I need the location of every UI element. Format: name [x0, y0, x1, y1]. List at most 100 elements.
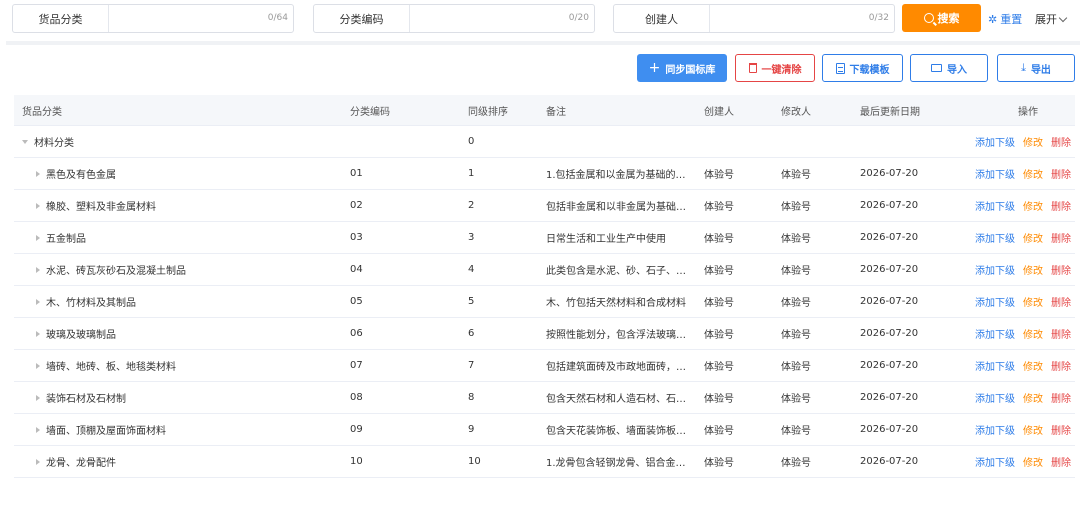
table-row: 黑色及有色金属 01 1 1.包括金属和以金属为基础的… 体验号 体验号 2026-07-2…: [14, 158, 1075, 190]
expand-caret-icon[interactable]: [36, 202, 40, 209]
category-creator: 体验号: [704, 298, 734, 309]
creator-field-label: 创建人: [614, 5, 710, 32]
export-button[interactable]: ⤓ 导出: [997, 54, 1075, 82]
category-updated: 2026-07-20: [860, 232, 919, 243]
add-child-link[interactable]: 添加下级: [975, 422, 1015, 437]
expand-caret-icon[interactable]: [36, 170, 40, 177]
category-name: 墙砖、地砖、板、地毯类材料: [46, 362, 176, 373]
sparkle-icon: ✲: [988, 12, 998, 26]
edit-link[interactable]: 修改: [1023, 230, 1043, 245]
category-name: 橡胶、塑料及非金属材料: [46, 202, 156, 213]
add-child-link[interactable]: 添加下级: [975, 230, 1015, 245]
expand-caret-icon[interactable]: [36, 394, 40, 401]
edit-link[interactable]: 修改: [1023, 358, 1043, 373]
sync-label: 同步国标库: [665, 64, 716, 76]
category-modifier: 体验号: [781, 202, 811, 213]
edit-link[interactable]: 修改: [1023, 422, 1043, 437]
expand-caret-icon[interactable]: [36, 234, 40, 241]
creator-input[interactable]: 0/32: [710, 5, 894, 32]
category-modifier: 体验号: [781, 426, 811, 437]
add-child-link[interactable]: 添加下级: [975, 390, 1015, 405]
delete-link[interactable]: 删除: [1051, 326, 1071, 341]
category-sort: 8: [468, 392, 475, 403]
expand-caret-icon[interactable]: [36, 266, 40, 273]
category-code: 10: [350, 456, 363, 467]
header-creator: 创建人: [704, 106, 734, 118]
add-child-link[interactable]: 添加下级: [975, 454, 1015, 469]
table-row: 墙砖、地砖、板、地毯类材料 07 7 包括建筑面砖及市政地面砖，… 体验号 体验号 2026…: [14, 350, 1075, 382]
expand-caret-icon[interactable]: [36, 330, 40, 337]
category-creator: 体验号: [704, 234, 734, 245]
add-child-link[interactable]: 添加下级: [975, 358, 1015, 373]
reset-label: 重置: [1000, 13, 1023, 26]
add-child-link[interactable]: 添加下级: [975, 294, 1015, 309]
add-child-link[interactable]: 添加下级: [975, 326, 1015, 341]
clear-all-button[interactable]: 一键清除: [735, 54, 815, 82]
code-input[interactable]: 0/20: [410, 5, 594, 32]
sync-standard-library-button[interactable]: + 同步国标库: [637, 54, 727, 82]
delete-link[interactable]: 删除: [1051, 358, 1071, 373]
trash-icon: [748, 63, 757, 73]
category-search-field[interactable]: 货品分类 0/64: [12, 4, 294, 33]
download-label: 下载模板: [849, 64, 890, 76]
table-row: 五金制品 03 3 日常生活和工业生产中使用 体验号 体验号 2026-07-20 添加下级修…: [14, 222, 1075, 254]
delete-link[interactable]: 删除: [1051, 294, 1071, 309]
delete-link[interactable]: 删除: [1051, 230, 1071, 245]
edit-link[interactable]: 修改: [1023, 454, 1043, 469]
category-name: 墙面、顶棚及屋面饰面材料: [46, 426, 166, 437]
header-code: 分类编码: [350, 106, 390, 118]
expand-button[interactable]: 展开: [1035, 11, 1068, 27]
edit-link[interactable]: 修改: [1023, 294, 1043, 309]
expand-caret-icon[interactable]: [36, 426, 40, 433]
reset-button[interactable]: ✲ 重置: [988, 11, 1022, 27]
add-child-link[interactable]: 添加下级: [975, 198, 1015, 213]
creator-search-field[interactable]: 创建人 0/32: [613, 4, 895, 33]
category-modifier: 体验号: [781, 298, 811, 309]
add-child-link[interactable]: 添加下级: [975, 166, 1015, 181]
category-name: 龙骨、龙骨配件: [46, 458, 116, 469]
table-row: 木、竹材料及其制品 05 5 木、竹包括天然材料和合成材料 体验号 体验号 2026-07-…: [14, 286, 1075, 318]
category-sort: 10: [468, 456, 481, 467]
category-sort: 5: [468, 296, 475, 307]
delete-link[interactable]: 删除: [1051, 262, 1071, 277]
table-row: 装饰石材及石材制 08 8 包含天然石材和人造石材、石… 体验号 体验号 2026-07-2…: [14, 382, 1075, 414]
expand-caret-icon[interactable]: [36, 362, 40, 369]
category-code: 02: [350, 200, 363, 211]
delete-link[interactable]: 删除: [1051, 166, 1071, 181]
delete-link[interactable]: 删除: [1051, 198, 1071, 213]
category-input[interactable]: 0/64: [109, 5, 293, 32]
category-code: 05: [350, 296, 363, 307]
edit-link[interactable]: 修改: [1023, 262, 1043, 277]
import-button[interactable]: 导入: [910, 54, 988, 82]
code-search-field[interactable]: 分类编码 0/20: [313, 4, 595, 33]
edit-link[interactable]: 修改: [1023, 166, 1043, 181]
category-modifier: 体验号: [781, 362, 811, 373]
delete-link[interactable]: 删除: [1051, 134, 1071, 149]
category-name: 装饰石材及石材制: [46, 394, 126, 405]
edit-link[interactable]: 修改: [1023, 390, 1043, 405]
delete-link[interactable]: 删除: [1051, 390, 1071, 405]
edit-link[interactable]: 修改: [1023, 198, 1043, 213]
delete-link[interactable]: 删除: [1051, 422, 1071, 437]
delete-link[interactable]: 删除: [1051, 454, 1071, 469]
category-note: 按照性能划分，包含浮法玻璃…: [546, 330, 686, 341]
table-row: 墙面、顶棚及屋面饰面材料 09 9 包含天花装饰板、墙面装饰板… 体验号 体验号 2026-…: [14, 414, 1075, 446]
import-label: 导入: [947, 64, 967, 76]
category-name: 五金制品: [46, 234, 86, 245]
add-child-link[interactable]: 添加下级: [975, 134, 1015, 149]
category-name: 黑色及有色金属: [46, 170, 116, 181]
download-template-button[interactable]: 下载模板: [822, 54, 903, 82]
category-field-label: 货品分类: [13, 5, 109, 32]
edit-link[interactable]: 修改: [1023, 134, 1043, 149]
search-button[interactable]: 搜索: [902, 4, 981, 32]
code-field-label: 分类编码: [314, 5, 410, 32]
expand-caret-icon[interactable]: [36, 298, 40, 305]
collapse-caret-icon[interactable]: [22, 139, 28, 144]
expand-caret-icon[interactable]: [36, 458, 40, 465]
edit-link[interactable]: 修改: [1023, 326, 1043, 341]
add-child-link[interactable]: 添加下级: [975, 262, 1015, 277]
category-sort: 2: [468, 200, 475, 211]
category-modifier: 体验号: [781, 170, 811, 181]
search-bar: 货品分类 0/64 分类编码 0/20 创建人 0/32 搜索 ✲ 重置 展开: [0, 0, 1080, 40]
table-row: 水泥、砖瓦灰砂石及混凝土制品 04 4 此类包含是水泥、砂、石子、… 体验号 体验号 202…: [14, 254, 1075, 286]
